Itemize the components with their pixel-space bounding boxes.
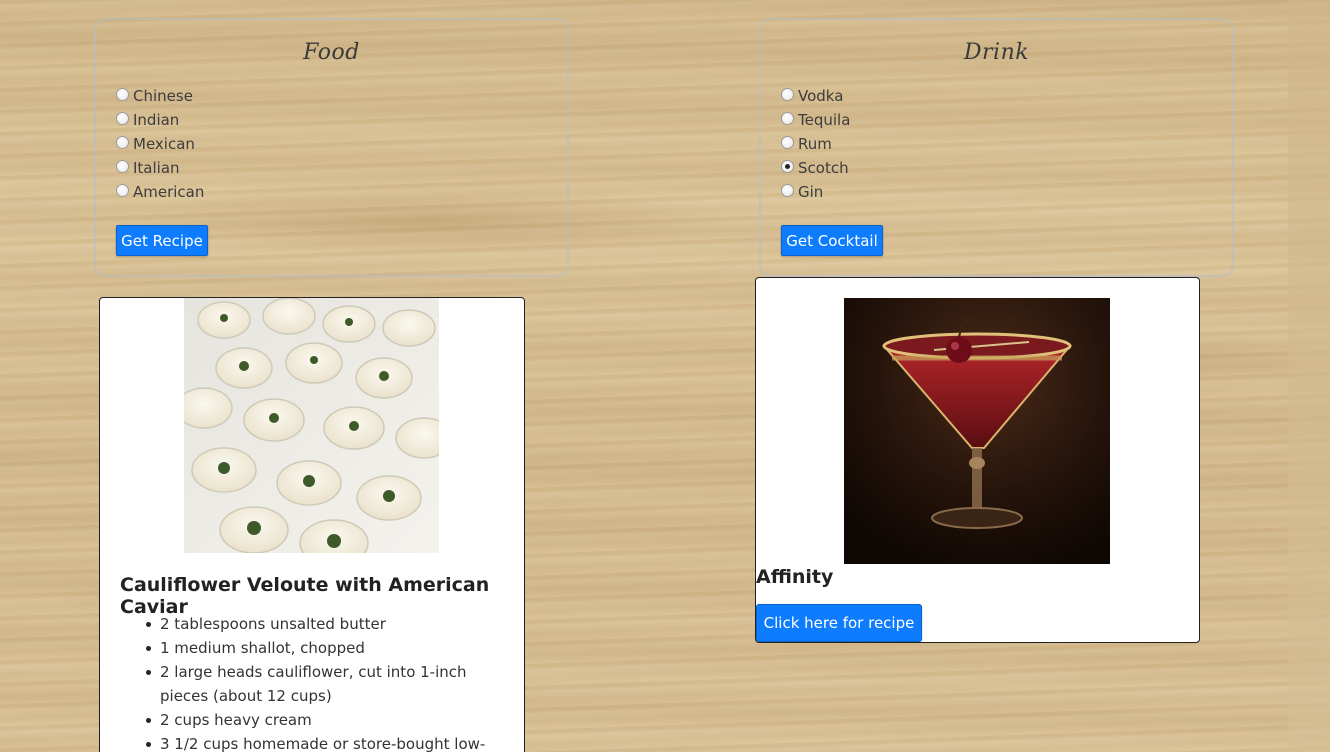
drink-option-gin[interactable]: Gin (781, 180, 850, 204)
radio-icon[interactable] (781, 135, 794, 149)
get-cocktail-button[interactable]: Get Cocktail (781, 225, 883, 256)
radio-icon[interactable] (781, 87, 794, 101)
drink-option-tequila[interactable]: Tequila (781, 108, 850, 132)
food-option-american[interactable]: American (116, 180, 204, 204)
drink-option-rum[interactable]: Rum (781, 132, 850, 156)
get-recipe-button[interactable]: Get Recipe (116, 225, 208, 256)
list-item: 2 large heads cauliflower, cut into 1-in… (140, 660, 502, 708)
radio-icon[interactable] (781, 111, 794, 125)
food-option-mexican[interactable]: Mexican (116, 132, 204, 156)
radio-icon[interactable] (116, 183, 129, 197)
food-panel: Food Chinese Indian Mexican Italian Amer… (94, 18, 569, 277)
cocktail-image (844, 298, 1110, 564)
ingredient-list: 2 tablespoons unsalted butter 1 medium s… (140, 612, 502, 752)
food-options: Chinese Indian Mexican Italian American (116, 84, 204, 204)
food-option-italian[interactable]: Italian (116, 156, 204, 180)
recipe-card: Cauliflower Veloute with American Caviar… (99, 297, 525, 752)
recipe-image (184, 298, 439, 553)
list-item: 1 medium shallot, chopped (140, 636, 502, 660)
radio-icon[interactable] (116, 159, 129, 173)
drink-panel-title: Drink (963, 40, 1030, 65)
cocktail-name: Affinity (756, 566, 834, 588)
list-item: 2 cups heavy cream (140, 708, 502, 732)
drink-option-scotch[interactable]: Scotch (781, 156, 850, 180)
radio-icon[interactable] (116, 111, 129, 125)
cocktail-recipe-link[interactable]: Click here for recipe (756, 604, 922, 642)
radio-icon[interactable] (781, 183, 794, 197)
list-item: 3 1/2 cups homemade or store-bought low- (140, 732, 502, 752)
cocktail-card: Affinity Click here for recipe (755, 277, 1200, 643)
radio-icon[interactable] (116, 135, 129, 149)
food-option-indian[interactable]: Indian (116, 108, 204, 132)
drink-option-vodka[interactable]: Vodka (781, 84, 850, 108)
food-panel-title: Food (303, 40, 360, 65)
radio-checked-icon[interactable] (781, 159, 794, 173)
list-item: 2 tablespoons unsalted butter (140, 612, 502, 636)
drink-options: Vodka Tequila Rum Scotch Gin (781, 84, 850, 204)
radio-icon[interactable] (116, 87, 129, 101)
food-option-chinese[interactable]: Chinese (116, 84, 204, 108)
drink-panel: Drink Vodka Tequila Rum Scotch Gin Get C… (759, 18, 1234, 277)
background-edge (1288, 0, 1330, 752)
